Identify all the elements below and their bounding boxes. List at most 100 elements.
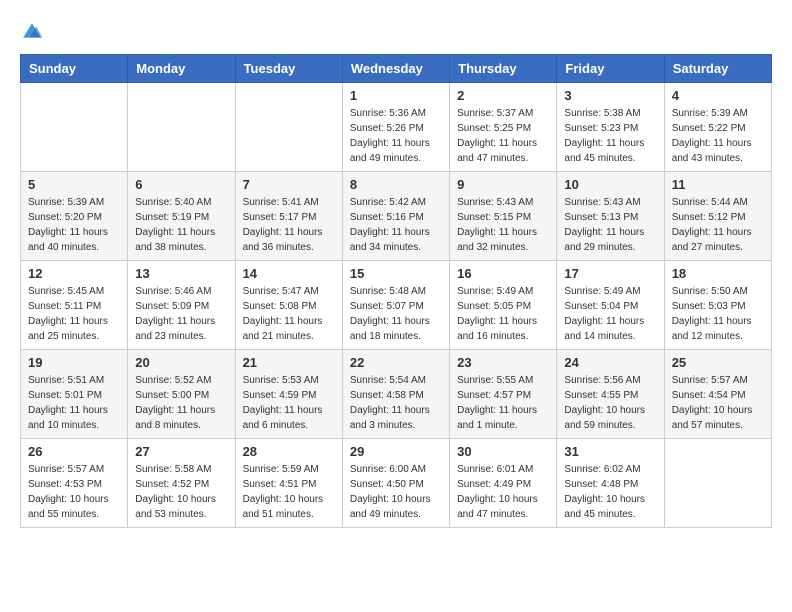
day-number: 23 xyxy=(457,355,549,370)
day-number: 8 xyxy=(350,177,442,192)
day-info: Sunrise: 5:40 AMSunset: 5:19 PMDaylight:… xyxy=(135,195,227,255)
day-number: 21 xyxy=(243,355,335,370)
day-info: Sunrise: 5:47 AMSunset: 5:08 PMDaylight:… xyxy=(243,284,335,344)
day-info: Sunrise: 5:56 AMSunset: 4:55 PMDaylight:… xyxy=(564,373,656,433)
day-info: Sunrise: 5:58 AMSunset: 4:52 PMDaylight:… xyxy=(135,462,227,522)
calendar-cell xyxy=(128,83,235,172)
day-info: Sunrise: 5:50 AMSunset: 5:03 PMDaylight:… xyxy=(672,284,764,344)
day-number: 3 xyxy=(564,88,656,103)
weekday-header-saturday: Saturday xyxy=(664,55,771,83)
calendar-cell: 22 Sunrise: 5:54 AMSunset: 4:58 PMDaylig… xyxy=(342,350,449,439)
day-info: Sunrise: 5:54 AMSunset: 4:58 PMDaylight:… xyxy=(350,373,442,433)
day-number: 15 xyxy=(350,266,442,281)
weekday-header-monday: Monday xyxy=(128,55,235,83)
day-info: Sunrise: 5:59 AMSunset: 4:51 PMDaylight:… xyxy=(243,462,335,522)
calendar-cell: 14 Sunrise: 5:47 AMSunset: 5:08 PMDaylig… xyxy=(235,261,342,350)
day-info: Sunrise: 5:48 AMSunset: 5:07 PMDaylight:… xyxy=(350,284,442,344)
day-number: 12 xyxy=(28,266,120,281)
calendar-cell: 29 Sunrise: 6:00 AMSunset: 4:50 PMDaylig… xyxy=(342,439,449,528)
weekday-header-wednesday: Wednesday xyxy=(342,55,449,83)
day-info: Sunrise: 5:39 AMSunset: 5:20 PMDaylight:… xyxy=(28,195,120,255)
day-info: Sunrise: 5:46 AMSunset: 5:09 PMDaylight:… xyxy=(135,284,227,344)
calendar-cell: 20 Sunrise: 5:52 AMSunset: 5:00 PMDaylig… xyxy=(128,350,235,439)
day-number: 31 xyxy=(564,444,656,459)
week-row-3: 12 Sunrise: 5:45 AMSunset: 5:11 PMDaylig… xyxy=(21,261,772,350)
day-info: Sunrise: 5:53 AMSunset: 4:59 PMDaylight:… xyxy=(243,373,335,433)
day-number: 4 xyxy=(672,88,764,103)
day-number: 25 xyxy=(672,355,764,370)
calendar-cell: 24 Sunrise: 5:56 AMSunset: 4:55 PMDaylig… xyxy=(557,350,664,439)
weekday-header-tuesday: Tuesday xyxy=(235,55,342,83)
weekday-header-sunday: Sunday xyxy=(21,55,128,83)
day-number: 28 xyxy=(243,444,335,459)
calendar-cell: 11 Sunrise: 5:44 AMSunset: 5:12 PMDaylig… xyxy=(664,172,771,261)
day-number: 7 xyxy=(243,177,335,192)
calendar-cell: 10 Sunrise: 5:43 AMSunset: 5:13 PMDaylig… xyxy=(557,172,664,261)
calendar-cell: 30 Sunrise: 6:01 AMSunset: 4:49 PMDaylig… xyxy=(450,439,557,528)
calendar: SundayMondayTuesdayWednesdayThursdayFrid… xyxy=(20,54,772,528)
day-info: Sunrise: 6:01 AMSunset: 4:49 PMDaylight:… xyxy=(457,462,549,522)
day-info: Sunrise: 5:44 AMSunset: 5:12 PMDaylight:… xyxy=(672,195,764,255)
day-info: Sunrise: 6:00 AMSunset: 4:50 PMDaylight:… xyxy=(350,462,442,522)
week-row-5: 26 Sunrise: 5:57 AMSunset: 4:53 PMDaylig… xyxy=(21,439,772,528)
day-info: Sunrise: 5:49 AMSunset: 5:05 PMDaylight:… xyxy=(457,284,549,344)
day-number: 11 xyxy=(672,177,764,192)
calendar-cell: 31 Sunrise: 6:02 AMSunset: 4:48 PMDaylig… xyxy=(557,439,664,528)
calendar-cell: 13 Sunrise: 5:46 AMSunset: 5:09 PMDaylig… xyxy=(128,261,235,350)
calendar-cell: 15 Sunrise: 5:48 AMSunset: 5:07 PMDaylig… xyxy=(342,261,449,350)
day-info: Sunrise: 5:52 AMSunset: 5:00 PMDaylight:… xyxy=(135,373,227,433)
day-info: Sunrise: 5:39 AMSunset: 5:22 PMDaylight:… xyxy=(672,106,764,166)
day-info: Sunrise: 5:49 AMSunset: 5:04 PMDaylight:… xyxy=(564,284,656,344)
day-info: Sunrise: 5:45 AMSunset: 5:11 PMDaylight:… xyxy=(28,284,120,344)
calendar-cell: 8 Sunrise: 5:42 AMSunset: 5:16 PMDayligh… xyxy=(342,172,449,261)
calendar-cell xyxy=(664,439,771,528)
calendar-cell: 6 Sunrise: 5:40 AMSunset: 5:19 PMDayligh… xyxy=(128,172,235,261)
day-number: 13 xyxy=(135,266,227,281)
day-info: Sunrise: 5:43 AMSunset: 5:13 PMDaylight:… xyxy=(564,195,656,255)
day-number: 16 xyxy=(457,266,549,281)
day-number: 29 xyxy=(350,444,442,459)
day-info: Sunrise: 5:57 AMSunset: 4:54 PMDaylight:… xyxy=(672,373,764,433)
day-number: 14 xyxy=(243,266,335,281)
day-number: 2 xyxy=(457,88,549,103)
calendar-cell xyxy=(21,83,128,172)
calendar-cell: 17 Sunrise: 5:49 AMSunset: 5:04 PMDaylig… xyxy=(557,261,664,350)
calendar-cell xyxy=(235,83,342,172)
calendar-cell: 7 Sunrise: 5:41 AMSunset: 5:17 PMDayligh… xyxy=(235,172,342,261)
calendar-cell: 12 Sunrise: 5:45 AMSunset: 5:11 PMDaylig… xyxy=(21,261,128,350)
day-number: 20 xyxy=(135,355,227,370)
day-number: 26 xyxy=(28,444,120,459)
day-info: Sunrise: 6:02 AMSunset: 4:48 PMDaylight:… xyxy=(564,462,656,522)
calendar-cell: 9 Sunrise: 5:43 AMSunset: 5:15 PMDayligh… xyxy=(450,172,557,261)
day-info: Sunrise: 5:38 AMSunset: 5:23 PMDaylight:… xyxy=(564,106,656,166)
logo-icon xyxy=(20,20,44,44)
week-row-4: 19 Sunrise: 5:51 AMSunset: 5:01 PMDaylig… xyxy=(21,350,772,439)
calendar-cell: 3 Sunrise: 5:38 AMSunset: 5:23 PMDayligh… xyxy=(557,83,664,172)
calendar-cell: 25 Sunrise: 5:57 AMSunset: 4:54 PMDaylig… xyxy=(664,350,771,439)
calendar-cell: 4 Sunrise: 5:39 AMSunset: 5:22 PMDayligh… xyxy=(664,83,771,172)
calendar-cell: 23 Sunrise: 5:55 AMSunset: 4:57 PMDaylig… xyxy=(450,350,557,439)
day-info: Sunrise: 5:57 AMSunset: 4:53 PMDaylight:… xyxy=(28,462,120,522)
day-number: 22 xyxy=(350,355,442,370)
week-row-2: 5 Sunrise: 5:39 AMSunset: 5:20 PMDayligh… xyxy=(21,172,772,261)
calendar-cell: 19 Sunrise: 5:51 AMSunset: 5:01 PMDaylig… xyxy=(21,350,128,439)
day-number: 1 xyxy=(350,88,442,103)
day-number: 27 xyxy=(135,444,227,459)
calendar-cell: 27 Sunrise: 5:58 AMSunset: 4:52 PMDaylig… xyxy=(128,439,235,528)
day-number: 30 xyxy=(457,444,549,459)
logo xyxy=(20,20,48,44)
day-info: Sunrise: 5:55 AMSunset: 4:57 PMDaylight:… xyxy=(457,373,549,433)
day-number: 6 xyxy=(135,177,227,192)
day-info: Sunrise: 5:41 AMSunset: 5:17 PMDaylight:… xyxy=(243,195,335,255)
weekday-header-friday: Friday xyxy=(557,55,664,83)
week-row-1: 1 Sunrise: 5:36 AMSunset: 5:26 PMDayligh… xyxy=(21,83,772,172)
day-info: Sunrise: 5:37 AMSunset: 5:25 PMDaylight:… xyxy=(457,106,549,166)
day-info: Sunrise: 5:51 AMSunset: 5:01 PMDaylight:… xyxy=(28,373,120,433)
calendar-cell: 18 Sunrise: 5:50 AMSunset: 5:03 PMDaylig… xyxy=(664,261,771,350)
day-number: 19 xyxy=(28,355,120,370)
calendar-cell: 16 Sunrise: 5:49 AMSunset: 5:05 PMDaylig… xyxy=(450,261,557,350)
day-number: 24 xyxy=(564,355,656,370)
day-number: 5 xyxy=(28,177,120,192)
day-number: 9 xyxy=(457,177,549,192)
calendar-cell: 28 Sunrise: 5:59 AMSunset: 4:51 PMDaylig… xyxy=(235,439,342,528)
